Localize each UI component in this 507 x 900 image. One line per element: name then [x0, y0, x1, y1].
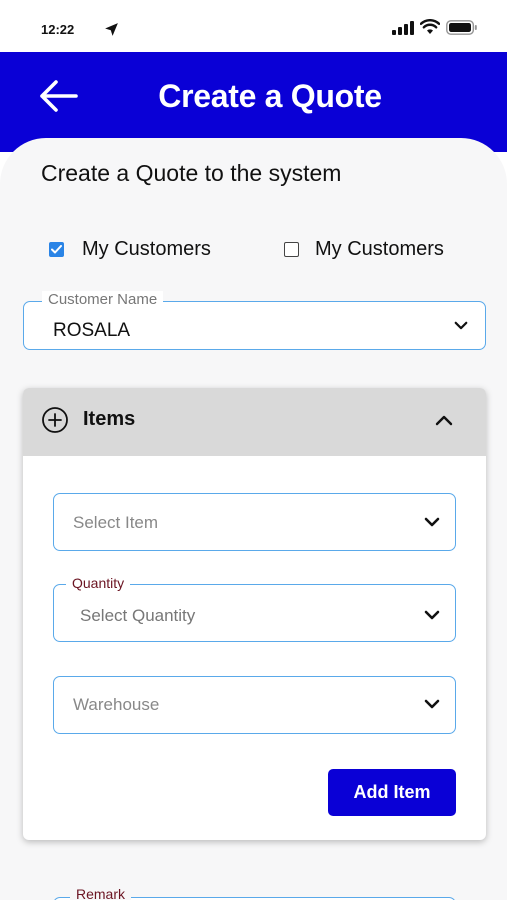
- select-item-placeholder: Select Item: [73, 513, 159, 532]
- customer-name-value: ROSALA: [53, 320, 131, 341]
- intro-text: Create a Quote to the system: [41, 160, 342, 186]
- quantity-placeholder: Select Quantity: [80, 606, 196, 625]
- page-title: Create a Quote: [158, 78, 382, 114]
- select-item-dropdown[interactable]: Select Item: [53, 493, 456, 551]
- battery-icon: [446, 20, 477, 35]
- status-time: 12:22: [41, 22, 75, 37]
- quantity-dropdown[interactable]: Quantity Select Quantity: [53, 574, 456, 642]
- chevron-down-icon: [424, 699, 440, 709]
- warehouse-placeholder: Warehouse: [73, 695, 160, 714]
- items-panel-header[interactable]: Items: [23, 388, 486, 456]
- my-customers-checkbox[interactable]: My Customers: [49, 236, 211, 262]
- my-customers-checkbox-2[interactable]: My Customers: [284, 236, 444, 262]
- chevron-up-icon[interactable]: [435, 415, 453, 426]
- location-arrow-icon: [105, 23, 118, 36]
- cellular-signal-icon: [392, 21, 414, 35]
- checkbox-unchecked-icon: [284, 241, 299, 257]
- quantity-legend: Quantity: [66, 574, 131, 592]
- wifi-icon: [420, 19, 440, 34]
- remark-legend: Remark: [70, 886, 132, 900]
- customer-name-dropdown[interactable]: Customer Name ROSALA: [23, 291, 486, 350]
- checkbox-checked-icon: [49, 241, 64, 257]
- add-circle-icon: [42, 407, 68, 433]
- chevron-down-icon: [454, 321, 468, 330]
- checkbox-label: My Customers: [315, 237, 444, 260]
- customer-name-legend: Customer Name: [42, 291, 164, 309]
- warehouse-dropdown[interactable]: Warehouse: [53, 676, 456, 734]
- status-bar: 12:22: [0, 0, 507, 52]
- chevron-down-icon: [424, 610, 440, 620]
- chevron-down-icon: [424, 517, 440, 527]
- app-header: Create a Quote: [0, 52, 507, 152]
- items-title: Items: [83, 408, 136, 430]
- add-item-button[interactable]: Add Item: [328, 769, 456, 816]
- checkbox-label: My Customers: [82, 237, 211, 260]
